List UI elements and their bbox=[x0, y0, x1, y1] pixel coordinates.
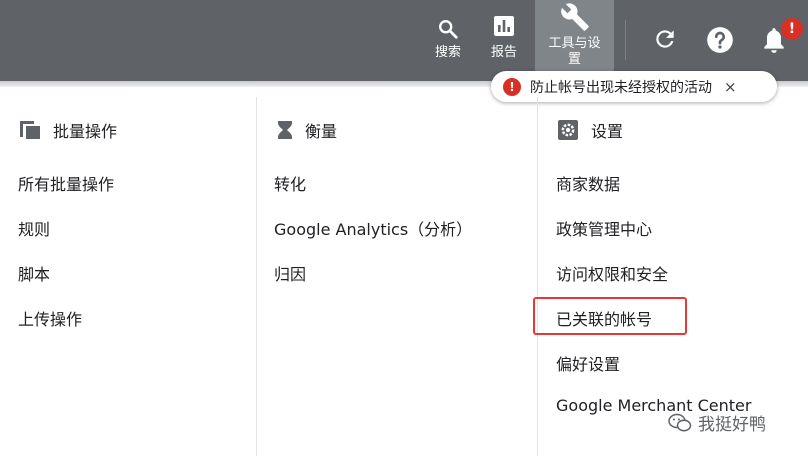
menu-item-rules[interactable]: 规则 bbox=[18, 216, 50, 240]
column-title: 衡量 bbox=[305, 122, 338, 141]
gear-icon bbox=[558, 120, 578, 140]
menu-item-preferences[interactable]: 偏好设置 bbox=[556, 351, 620, 375]
close-icon[interactable]: × bbox=[724, 78, 737, 96]
search-icon bbox=[439, 20, 458, 39]
column-header: 设置 bbox=[557, 118, 623, 142]
menu-item-uploads[interactable]: 上传操作 bbox=[18, 306, 82, 330]
menu-item-all-bulk-actions[interactable]: 所有批量操作 bbox=[18, 171, 114, 195]
menu-item-access-and-security[interactable]: 访问权限和安全 bbox=[556, 261, 668, 285]
menu-item-google-analytics[interactable]: Google Analytics（分析） bbox=[274, 216, 472, 240]
notification-badge[interactable]: ! bbox=[780, 17, 804, 41]
wechat-icon bbox=[668, 413, 692, 431]
alert-text[interactable]: 防止帐号出现未经授权的活动 bbox=[530, 77, 712, 97]
linked-accounts-highlight bbox=[533, 297, 687, 335]
toolbar-divider bbox=[625, 20, 626, 60]
column-header: 衡量 bbox=[277, 118, 337, 142]
menu-column-measurement: 衡量 转化 Google Analytics（分析） 归因 bbox=[256, 97, 538, 456]
menu-item-attribution[interactable]: 归因 bbox=[274, 261, 306, 285]
menu-item-scripts[interactable]: 脚本 bbox=[18, 261, 50, 285]
menu-item-business-data[interactable]: 商家数据 bbox=[556, 171, 620, 195]
help-icon[interactable] bbox=[706, 26, 734, 54]
wrench-icon bbox=[560, 3, 589, 31]
watermark: 我挺好鸭 bbox=[668, 410, 766, 435]
tools-label: 工具与设置 bbox=[548, 36, 601, 67]
menu-item-conversions[interactable]: 转化 bbox=[274, 171, 306, 195]
search-button[interactable]: 搜索 bbox=[430, 0, 466, 81]
column-title: 批量操作 bbox=[53, 122, 118, 141]
refresh-icon[interactable] bbox=[652, 26, 678, 52]
column-header: 批量操作 bbox=[19, 118, 117, 142]
watermark-text: 我挺好鸭 bbox=[698, 415, 766, 435]
copy-icon bbox=[20, 121, 40, 139]
menu-column-setup: 设置 商家数据 政策管理中心 访问权限和安全 已关联的帐号 偏好设置 Googl… bbox=[537, 97, 808, 456]
tools-and-settings-button[interactable]: 工具与设置 bbox=[535, 0, 614, 81]
hourglass-icon bbox=[278, 121, 292, 139]
menu-item-policy-manager[interactable]: 政策管理中心 bbox=[556, 216, 652, 240]
menu-column-bulk-actions: 批量操作 所有批量操作 规则 脚本 上传操作 bbox=[0, 97, 256, 456]
search-label: 搜索 bbox=[434, 45, 461, 60]
reports-label: 报告 bbox=[490, 45, 517, 60]
alert-error-icon: ! bbox=[503, 77, 521, 96]
reports-button[interactable]: 报告 bbox=[484, 0, 524, 81]
bar-chart-icon bbox=[494, 16, 514, 36]
top-navigation-bar: 搜索 报告 工具与设置 ! bbox=[0, 0, 808, 81]
column-title: 设置 bbox=[591, 122, 624, 141]
